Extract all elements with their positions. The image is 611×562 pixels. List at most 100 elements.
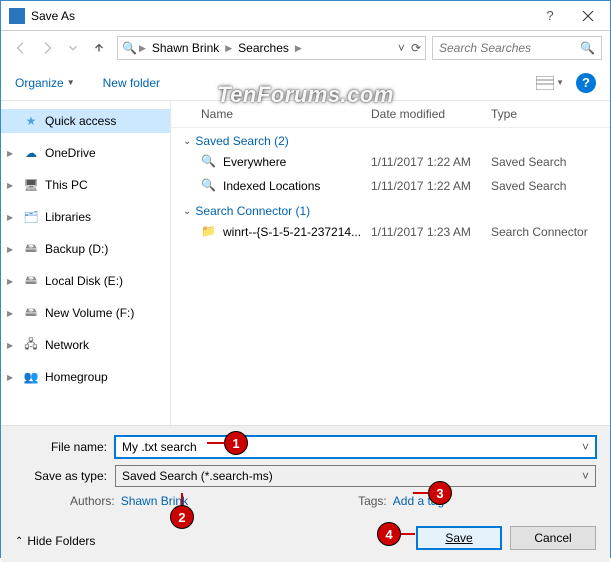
search-root-icon: 🔍 <box>122 41 137 55</box>
callout-2: 2 <box>170 505 194 529</box>
search-box[interactable]: 🔍 <box>432 36 602 60</box>
sidebar-label: Network <box>45 338 89 352</box>
chevron-right-icon[interactable]: ▶ <box>223 43 234 54</box>
homegroup-icon: 👥 <box>23 369 39 385</box>
chevron-right-icon[interactable]: ▶ <box>137 43 148 54</box>
saveastype-label: Save as type: <box>15 469 115 483</box>
dropdown-icon[interactable]: ˅ <box>582 469 589 483</box>
sidebar-label: Libraries <box>45 210 91 224</box>
col-date[interactable]: Date modified <box>371 107 491 121</box>
help-button[interactable]: ? <box>535 8 565 23</box>
authors-label: Authors: <box>70 494 115 508</box>
forward-button[interactable] <box>35 36 59 60</box>
sidebar-label: Local Disk (E:) <box>45 274 123 288</box>
saved-search-icon: 🔍 <box>201 178 217 194</box>
sidebar-label: New Volume (F:) <box>45 306 134 320</box>
titlebar: Save As ? <box>1 1 610 31</box>
sidebar: ★ Quick access ▶ ☁ OneDrive ▶ 🖥 This PC ▶ 🗂 Li… <box>1 101 171 425</box>
close-button[interactable] <box>565 1 610 30</box>
refresh-icon[interactable]: ⟳ <box>411 41 421 55</box>
sidebar-item-this-pc[interactable]: ▶ 🖥 This PC <box>1 173 170 197</box>
hide-folders-button[interactable]: ⌃ Hide Folders <box>15 534 95 548</box>
saveastype-field[interactable]: Saved Search (*.search-ms) ˅ <box>115 465 596 487</box>
drive-icon: 🖴 <box>23 273 39 289</box>
breadcrumb-seg-0[interactable]: Shawn Brink <box>148 41 223 55</box>
chevron-right-icon[interactable]: ▶ <box>7 341 13 350</box>
bottom-panel: File name: ˅ Save as type: Saved Search … <box>1 425 610 562</box>
callout-line <box>413 492 428 494</box>
group-header[interactable]: ⌄Search Connector (1) <box>171 198 610 220</box>
col-name[interactable]: Name <box>201 107 371 121</box>
organize-button[interactable]: Organize▼ <box>15 76 75 90</box>
sidebar-item-quick-access[interactable]: ★ Quick access <box>1 109 170 133</box>
callout-3: 3 <box>428 481 452 505</box>
sidebar-label: Homegroup <box>45 370 108 384</box>
chevron-right-icon[interactable]: ▶ <box>7 181 13 190</box>
group-header[interactable]: ⌄Saved Search (2) <box>171 128 610 150</box>
list-item[interactable]: 🔍Everywhere 1/11/2017 1:22 AM Saved Sear… <box>171 150 610 174</box>
callout-4: 4 <box>377 522 401 546</box>
chevron-up-icon: ⌃ <box>15 536 23 547</box>
chevron-right-icon[interactable]: ▶ <box>7 373 13 382</box>
chevron-right-icon[interactable]: ▶ <box>7 309 13 318</box>
list-item[interactable]: 📁winrt--{S-1-5-21-237214... 1/11/2017 1:… <box>171 220 610 244</box>
chevron-right-icon[interactable]: ▶ <box>7 245 13 254</box>
filename-label: File name: <box>15 440 115 454</box>
chevron-right-icon[interactable]: ▶ <box>7 213 13 222</box>
breadcrumb-seg-1[interactable]: Searches <box>234 41 293 55</box>
folder-search-icon: 📁 <box>201 224 217 240</box>
up-button[interactable] <box>87 36 111 60</box>
sidebar-label: OneDrive <box>45 146 96 160</box>
toolbar: Organize▼ New folder ▼ ? <box>1 65 610 101</box>
star-icon: ★ <box>23 113 39 129</box>
search-icon[interactable]: 🔍 <box>580 41 595 55</box>
view-button[interactable]: ▼ <box>536 76 564 90</box>
col-type[interactable]: Type <box>491 107 602 121</box>
chevron-right-icon[interactable]: ▶ <box>7 149 13 158</box>
address-dropdown-icon[interactable]: ˅ <box>398 41 405 55</box>
filename-input[interactable] <box>122 440 582 454</box>
filename-field[interactable]: ˅ <box>115 436 596 458</box>
libraries-icon: 🗂 <box>23 209 39 225</box>
nav-row: 🔍 ▶ Shawn Brink ▶ Searches ▶ ˅ ⟳ 🔍 <box>1 31 610 65</box>
network-icon: 🖧 <box>23 337 39 353</box>
cloud-icon: ☁ <box>23 145 39 161</box>
sidebar-label: Quick access <box>45 114 116 128</box>
dropdown-icon[interactable]: ˅ <box>582 440 589 454</box>
sidebar-item-onedrive[interactable]: ▶ ☁ OneDrive <box>1 141 170 165</box>
drive-icon: 🖴 <box>23 305 39 321</box>
callout-1: 1 <box>224 431 248 455</box>
save-button[interactable]: Save <box>416 526 502 550</box>
sidebar-item-network[interactable]: ▶ 🖧 Network <box>1 333 170 357</box>
chevron-down-icon[interactable]: ⌄ <box>183 206 191 217</box>
sidebar-item-new-vol-f[interactable]: ▶ 🖴 New Volume (F:) <box>1 301 170 325</box>
sidebar-item-libraries[interactable]: ▶ 🗂 Libraries <box>1 205 170 229</box>
help-icon[interactable]: ? <box>576 73 596 93</box>
recent-locations-button[interactable] <box>61 36 85 60</box>
file-pane: Name Date modified Type ⌄Saved Search (2… <box>171 101 610 425</box>
chevron-right-icon[interactable]: ▶ <box>7 277 13 286</box>
sidebar-item-homegroup[interactable]: ▶ 👥 Homegroup <box>1 365 170 389</box>
search-input[interactable] <box>439 41 576 55</box>
window-title: Save As <box>31 9 535 23</box>
saveastype-value: Saved Search (*.search-ms) <box>122 469 582 483</box>
callout-line <box>400 533 415 535</box>
chevron-right-icon[interactable]: ▶ <box>293 43 304 54</box>
address-bar[interactable]: 🔍 ▶ Shawn Brink ▶ Searches ▶ ˅ ⟳ <box>117 36 426 60</box>
column-headers[interactable]: Name Date modified Type <box>171 101 610 128</box>
pc-icon: 🖥 <box>23 177 39 193</box>
back-button[interactable] <box>9 36 33 60</box>
sidebar-item-backup-d[interactable]: ▶ 🖴 Backup (D:) <box>1 237 170 261</box>
sidebar-item-local-e[interactable]: ▶ 🖴 Local Disk (E:) <box>1 269 170 293</box>
sidebar-label: Backup (D:) <box>45 242 108 256</box>
cancel-button[interactable]: Cancel <box>510 526 596 550</box>
main-area: ★ Quick access ▶ ☁ OneDrive ▶ 🖥 This PC ▶ 🗂 Li… <box>1 101 610 425</box>
new-folder-button[interactable]: New folder <box>103 76 160 90</box>
drive-icon: 🖴 <box>23 241 39 257</box>
tags-label: Tags: <box>358 494 387 508</box>
list-item[interactable]: 🔍Indexed Locations 1/11/2017 1:22 AM Sav… <box>171 174 610 198</box>
callout-line <box>207 442 224 444</box>
chevron-down-icon[interactable]: ⌄ <box>183 136 191 147</box>
app-icon <box>9 8 25 24</box>
sidebar-label: This PC <box>45 178 88 192</box>
